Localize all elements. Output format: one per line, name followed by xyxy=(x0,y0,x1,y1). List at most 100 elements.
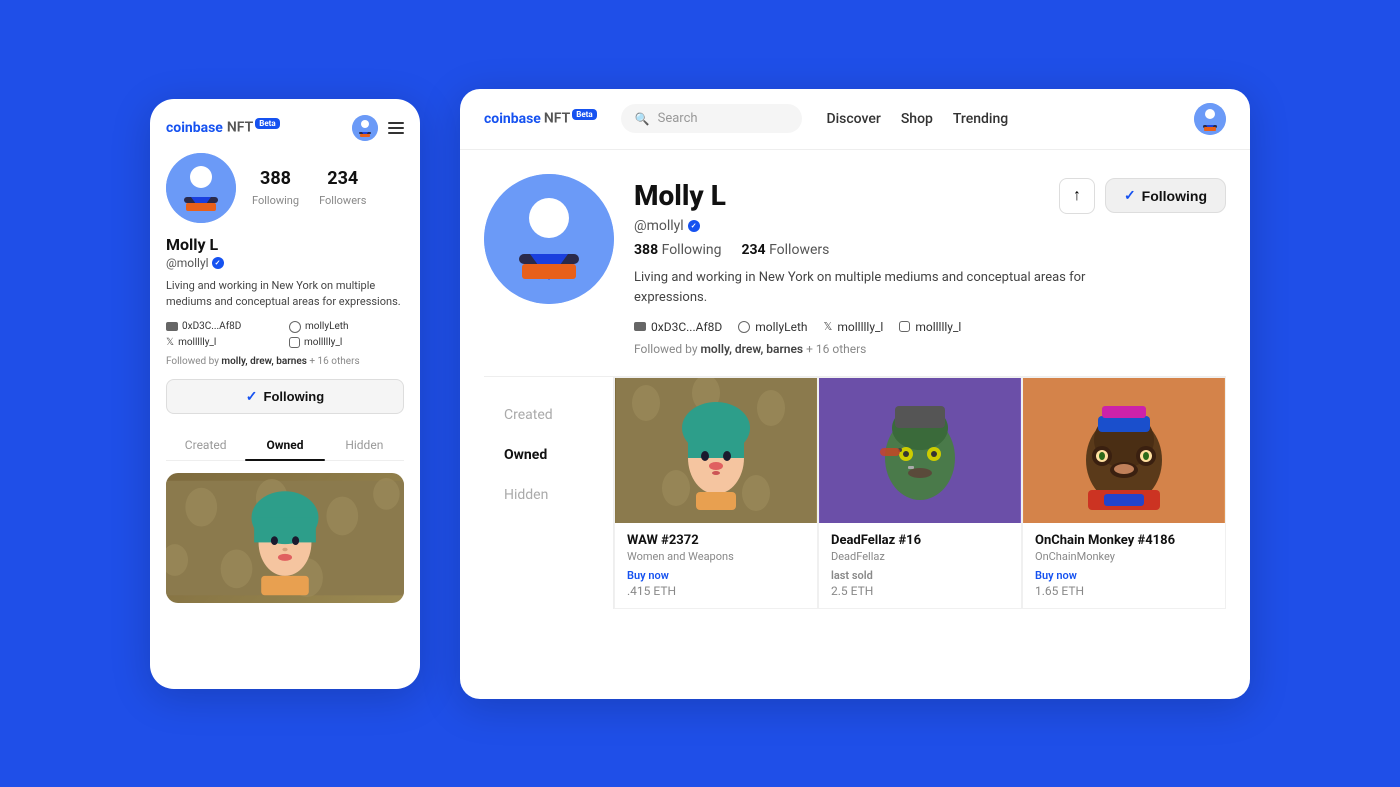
user-avatar-img xyxy=(1194,103,1226,135)
profile-stats-row: 388 Following 234 Followers xyxy=(634,242,1226,258)
avatar-illustration-small xyxy=(352,115,378,141)
beta-badge: Beta xyxy=(255,118,279,129)
tab-hidden[interactable]: Hidden xyxy=(325,430,404,460)
nft-price-label-2: last sold xyxy=(831,569,1009,582)
nav-shop[interactable]: Shop xyxy=(901,111,933,127)
nav-links: Discover Shop Trending xyxy=(826,111,1008,127)
desktop-user-avatar[interactable] xyxy=(1194,103,1226,135)
desktop-avatar-illustration xyxy=(484,174,614,304)
desktop-instagram-link[interactable]: mollllly_l xyxy=(899,320,961,334)
nft-card-3: OnChain Monkey #4186 OnChainMonkey Buy n… xyxy=(1022,377,1226,609)
profile-handle-row: @mollyl ✓ xyxy=(634,218,1226,234)
sidebar-tab-hidden[interactable]: Hidden xyxy=(484,477,613,513)
nft-wordmark: NFTBeta xyxy=(227,119,280,136)
mobile-user-avatar[interactable] xyxy=(352,115,378,141)
nft-card-2: DeadFellaz #16 DeadFellaz last sold 2.5 … xyxy=(818,377,1022,609)
followers-stat: 234 Followers xyxy=(319,168,366,208)
desktop-website-link[interactable]: mollyLeth xyxy=(738,320,807,334)
mobile-stats: 388 Following 234 Followers xyxy=(252,168,366,208)
desktop-profile-bio: Living and working in New York on multip… xyxy=(634,268,1114,308)
verified-badge: ✓ xyxy=(212,257,224,269)
nft-title-1: WAW #2372 xyxy=(627,533,805,548)
avatar-illustration xyxy=(166,153,236,223)
desktop-followers-stat: 234 Followers xyxy=(741,242,829,258)
twitter-icon-desktop: 𝕏 xyxy=(824,320,833,333)
share-button[interactable]: ↑ xyxy=(1059,178,1095,214)
hamburger-menu[interactable] xyxy=(388,122,404,134)
coinbase-wordmark: coinbase xyxy=(166,120,223,136)
wallet-link: 0xD3C...Af8D xyxy=(166,321,281,333)
desktop-logo: coinbase NFTBeta xyxy=(484,110,597,127)
nft-card-1: WAW #2372 Women and Weapons Buy now .415… xyxy=(614,377,818,609)
following-label: Following xyxy=(252,194,299,207)
sidebar-tab-owned[interactable]: Owned xyxy=(484,437,613,473)
profile-actions: ↑ ✓ Following xyxy=(1059,178,1226,214)
nft-collection-3: OnChainMonkey xyxy=(1035,550,1213,563)
profile-info: Molly L ↑ ✓ Following @mollyl ✓ xyxy=(634,174,1226,356)
nft-price-2: 2.5 ETH xyxy=(831,584,1009,598)
nft-wordmark-desktop: NFTBeta xyxy=(544,110,597,127)
wallet-icon-desktop xyxy=(634,322,646,331)
following-checkmark: ✓ xyxy=(1124,187,1136,204)
instagram-icon-desktop xyxy=(899,321,910,332)
nft-image-1 xyxy=(615,378,817,523)
nav-discover[interactable]: Discover xyxy=(826,111,880,127)
desktop-card: coinbase NFTBeta 🔍 Search Discover Shop … xyxy=(460,89,1250,699)
profile-verified-badge: ✓ xyxy=(688,220,700,232)
mobile-nft-preview xyxy=(166,473,404,603)
nft-price-label-1: Buy now xyxy=(627,569,805,582)
search-text: Search xyxy=(658,111,698,126)
nft-image-3 xyxy=(1023,378,1225,523)
followers-label: Followers xyxy=(319,194,366,207)
tab-created[interactable]: Created xyxy=(166,430,245,460)
nft-price-label-3: Buy now xyxy=(1035,569,1213,582)
twitter-icon: 𝕏 xyxy=(166,337,174,348)
profile-top: Molly L ↑ ✓ Following @mollyl ✓ xyxy=(484,174,1226,356)
website-link[interactable]: mollyLeth xyxy=(289,321,404,333)
nft-grid: WAW #2372 Women and Weapons Buy now .415… xyxy=(614,377,1226,609)
mobile-profile-handle: @mollyl ✓ xyxy=(166,256,404,270)
nft-price-1: .415 ETH xyxy=(627,584,805,598)
nft-title-2: DeadFellaz #16 xyxy=(831,533,1009,548)
desktop-followed-by: Followed by molly, drew, barnes + 16 oth… xyxy=(634,342,1226,356)
instagram-link[interactable]: mollllly_l xyxy=(289,337,404,348)
search-bar[interactable]: 🔍 Search xyxy=(621,104,803,133)
mobile-tabs: Created Owned Hidden xyxy=(166,430,404,461)
wallet-icon xyxy=(166,322,178,331)
nft-grid-area: WAW #2372 Women and Weapons Buy now .415… xyxy=(614,377,1226,609)
nft-preview-image xyxy=(166,473,404,603)
profile-name-row: Molly L ↑ ✓ Following xyxy=(634,178,1226,214)
globe-icon-desktop xyxy=(738,321,750,333)
mobile-header: coinbase NFTBeta xyxy=(166,115,404,141)
coinbase-wordmark-desktop: coinbase xyxy=(484,111,541,127)
mobile-links: 0xD3C...Af8D mollyLeth 𝕏 mollllly_l moll… xyxy=(166,321,404,348)
mobile-profile-name: Molly L xyxy=(166,235,404,254)
nft-collection-2: DeadFellaz xyxy=(831,550,1009,563)
mobile-profile-section: 388 Following 234 Followers xyxy=(166,153,404,223)
mobile-profile-bio: Living and working in New York on multip… xyxy=(166,278,404,311)
desktop-profile-avatar xyxy=(484,174,614,304)
desktop-profile-area: Molly L ↑ ✓ Following @mollyl ✓ xyxy=(460,150,1250,699)
nft-image-2 xyxy=(819,378,1021,523)
nav-trending[interactable]: Trending xyxy=(953,111,1008,127)
following-stat: 388 Following xyxy=(252,168,299,208)
sidebar-tab-created[interactable]: Created xyxy=(484,397,613,433)
beta-badge-desktop: Beta xyxy=(572,109,596,120)
search-icon: 🔍 xyxy=(635,112,650,126)
mobile-profile-avatar xyxy=(166,153,236,223)
desktop-twitter-link[interactable]: 𝕏 mollllly_l xyxy=(824,320,884,334)
tab-owned[interactable]: Owned xyxy=(245,430,324,460)
mobile-following-button[interactable]: ✓ Following xyxy=(166,379,404,414)
desktop-profile-links: 0xD3C...Af8D mollyLeth 𝕏 mollllly_l moll… xyxy=(634,320,1226,334)
desktop-wallet-link: 0xD3C...Af8D xyxy=(634,320,722,334)
nft-info-3: OnChain Monkey #4186 OnChainMonkey Buy n… xyxy=(1023,523,1225,608)
mobile-header-icons xyxy=(352,115,404,141)
desktop-following-button[interactable]: ✓ Following xyxy=(1105,178,1226,213)
desktop-sidebar: Created Owned Hidden xyxy=(484,377,614,609)
following-count: 388 xyxy=(252,168,299,189)
mobile-card: coinbase NFTBeta xyxy=(150,99,420,689)
twitter-link[interactable]: 𝕏 mollllly_l xyxy=(166,337,281,348)
followers-count: 234 xyxy=(319,168,366,189)
nft-collection-1: Women and Weapons xyxy=(627,550,805,563)
profile-name: Molly L xyxy=(634,179,726,212)
